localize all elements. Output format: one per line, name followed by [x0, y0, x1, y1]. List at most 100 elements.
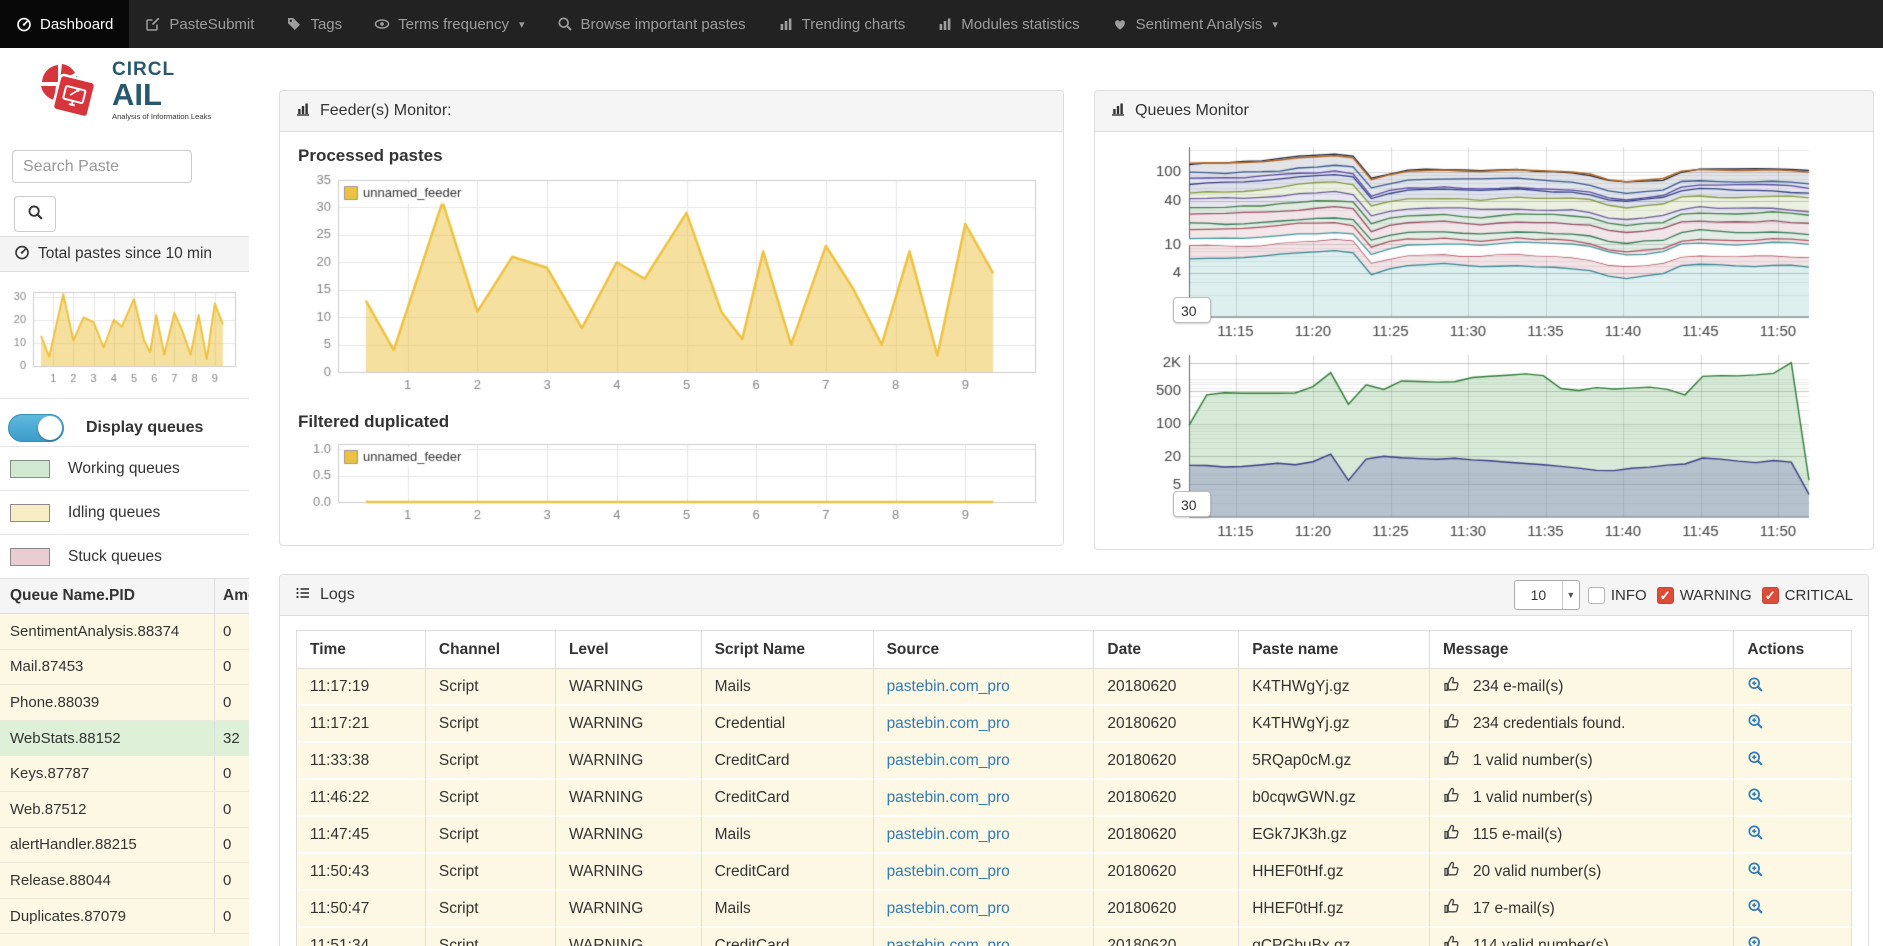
nav-item-modules-statistics[interactable]: Modules statistics — [921, 0, 1095, 48]
filter-label: INFO — [1611, 587, 1647, 604]
log-time: 11:50:47 — [297, 891, 426, 928]
zoom-in-icon[interactable] — [1747, 939, 1764, 946]
dashboard-icon — [16, 16, 32, 32]
log-source: pastebin.com_pro — [874, 854, 1095, 891]
zoom-in-icon[interactable] — [1747, 902, 1764, 919]
thumbs-up-icon — [1443, 786, 1461, 809]
zoom-in-icon[interactable] — [1747, 717, 1764, 734]
zoom-in-icon[interactable] — [1747, 865, 1764, 882]
queue-amount: 0 — [214, 899, 249, 934]
queues-in-chart — [1113, 139, 1857, 345]
log-message-text: 114 valid number(s) — [1473, 937, 1609, 946]
thumbs-up-icon — [1443, 823, 1461, 846]
queue-amount: 0 — [214, 792, 249, 827]
source-link[interactable]: pastebin.com_pro — [887, 789, 1010, 806]
display-queues-toggle[interactable] — [8, 414, 64, 442]
filtered-duplicated-title: Filtered duplicated — [298, 412, 1063, 432]
total-pastes-heading: Total pastes since 10 min — [0, 236, 249, 272]
display-queues-label: Display queues — [86, 419, 203, 437]
logo-icon — [34, 60, 106, 132]
log-source: pastebin.com_pro — [874, 669, 1095, 706]
ail-dashboard: { "navbar": { "items": [ {"label": "Dash… — [0, 0, 1883, 946]
logs-col-date: Date — [1094, 631, 1239, 669]
zoom-in-icon[interactable] — [1747, 791, 1764, 808]
queues-monitor-panel: Queues Monitor 30 30 — [1094, 90, 1874, 550]
queue-amount: 32 — [214, 721, 249, 756]
search-paste-input[interactable] — [12, 150, 192, 183]
log-paste-name: b0cqwGWN.gz — [1239, 780, 1430, 817]
search-button[interactable] — [14, 196, 56, 232]
nav-item-trending-charts[interactable]: Trending charts — [762, 0, 922, 48]
logs-panel: Logs 10 ▼ INFO✓WARNING✓CRITICAL TimeChan… — [279, 574, 1869, 946]
queue-name: SentimentAnalysis.88374 — [0, 623, 214, 640]
queue-row-sentimentanalysis-88374: SentimentAnalysis.883740 — [0, 614, 249, 650]
log-level: WARNING — [556, 891, 702, 928]
log-script: Mails — [702, 891, 874, 928]
source-link[interactable]: pastebin.com_pro — [887, 863, 1010, 880]
queue-name: WebStats.88152 — [0, 730, 214, 747]
log-actions — [1734, 706, 1852, 743]
dashboard-icon — [14, 244, 30, 265]
window-size-handle-top[interactable]: 30 — [1173, 297, 1211, 323]
log-date: 20180620 — [1094, 780, 1239, 817]
log-message-text: 234 credentials found. — [1473, 715, 1626, 733]
logo-tagline: Analysis of Information Leaks — [112, 112, 211, 121]
queue-name: Phone.88039 — [0, 694, 214, 711]
source-link[interactable]: pastebin.com_pro — [887, 752, 1010, 769]
source-link[interactable]: pastebin.com_pro — [887, 937, 1010, 946]
nav-item-pastesubmit[interactable]: PasteSubmit — [129, 0, 270, 48]
source-link[interactable]: pastebin.com_pro — [887, 900, 1010, 917]
bar-chart-icon — [778, 16, 794, 32]
log-actions — [1734, 817, 1852, 854]
logs-col-message: Message — [1430, 631, 1734, 669]
nav-item-label: Browse important pastes — [581, 16, 746, 33]
log-message-text: 1 valid number(s) — [1473, 752, 1593, 770]
page-size-select[interactable]: 10 ▼ — [1514, 580, 1580, 610]
nav-item-label: Sentiment Analysis — [1136, 16, 1263, 33]
queue-row-partial — [0, 934, 249, 946]
log-message: 20 valid number(s) — [1430, 854, 1734, 891]
logs-col-level: Level — [556, 631, 702, 669]
thumbs-up-icon — [1443, 712, 1461, 735]
logs-heading: Logs 10 ▼ INFO✓WARNING✓CRITICAL — [280, 575, 1868, 616]
queue-name: Mail.87453 — [0, 658, 214, 675]
logs-col-channel: Channel — [426, 631, 556, 669]
filter-warning: ✓WARNING — [1657, 587, 1752, 604]
zoom-in-icon[interactable] — [1747, 680, 1764, 697]
source-link[interactable]: pastebin.com_pro — [887, 715, 1010, 732]
eye-icon — [374, 16, 390, 32]
nav-item-tags[interactable]: Tags — [270, 0, 358, 48]
divider — [0, 398, 249, 399]
page-size-value: 10 — [1515, 587, 1562, 603]
filter-info-checkbox[interactable] — [1588, 587, 1605, 604]
nav-item-sentiment-analysis[interactable]: Sentiment Analysis▾ — [1096, 0, 1294, 48]
logs-col-actions: Actions — [1734, 631, 1852, 669]
log-source: pastebin.com_pro — [874, 928, 1095, 946]
queue-name: Keys.87787 — [0, 765, 214, 782]
log-row: 11:50:43ScriptWARNINGCreditCardpastebin.… — [297, 854, 1852, 891]
log-script: CreditCard — [702, 743, 874, 780]
source-link[interactable]: pastebin.com_pro — [887, 678, 1010, 695]
queue-amount: 0 — [214, 650, 249, 685]
nav-item-dashboard[interactable]: Dashboard — [0, 0, 129, 48]
nav-item-browse-important-pastes[interactable]: Browse important pastes — [541, 0, 762, 48]
legend-row-stuck-queues: Stuck queues — [0, 534, 249, 578]
search-icon — [27, 204, 44, 225]
log-message-text: 115 e-mail(s) — [1473, 826, 1562, 844]
window-size-handle-bottom[interactable]: 30 — [1173, 491, 1211, 517]
log-actions — [1734, 854, 1852, 891]
log-script: CreditCard — [702, 854, 874, 891]
filter-warning-checkbox[interactable]: ✓ — [1657, 587, 1674, 604]
zoom-in-icon[interactable] — [1747, 828, 1764, 845]
log-script: Mails — [702, 669, 874, 706]
source-link[interactable]: pastebin.com_pro — [887, 826, 1010, 843]
filter-critical-checkbox[interactable]: ✓ — [1762, 587, 1779, 604]
zoom-in-icon[interactable] — [1747, 754, 1764, 771]
log-channel: Script — [426, 928, 556, 946]
log-level-filters: INFO✓WARNING✓CRITICAL — [1588, 587, 1853, 604]
filter-label: CRITICAL — [1785, 587, 1853, 604]
top-navbar: DashboardPasteSubmitTagsTerms frequency▾… — [0, 0, 1883, 48]
thumbs-up-icon — [1443, 860, 1461, 883]
nav-item-terms-frequency[interactable]: Terms frequency▾ — [358, 0, 540, 48]
log-row: 11:17:21ScriptWARNINGCredentialpastebin.… — [297, 706, 1852, 743]
